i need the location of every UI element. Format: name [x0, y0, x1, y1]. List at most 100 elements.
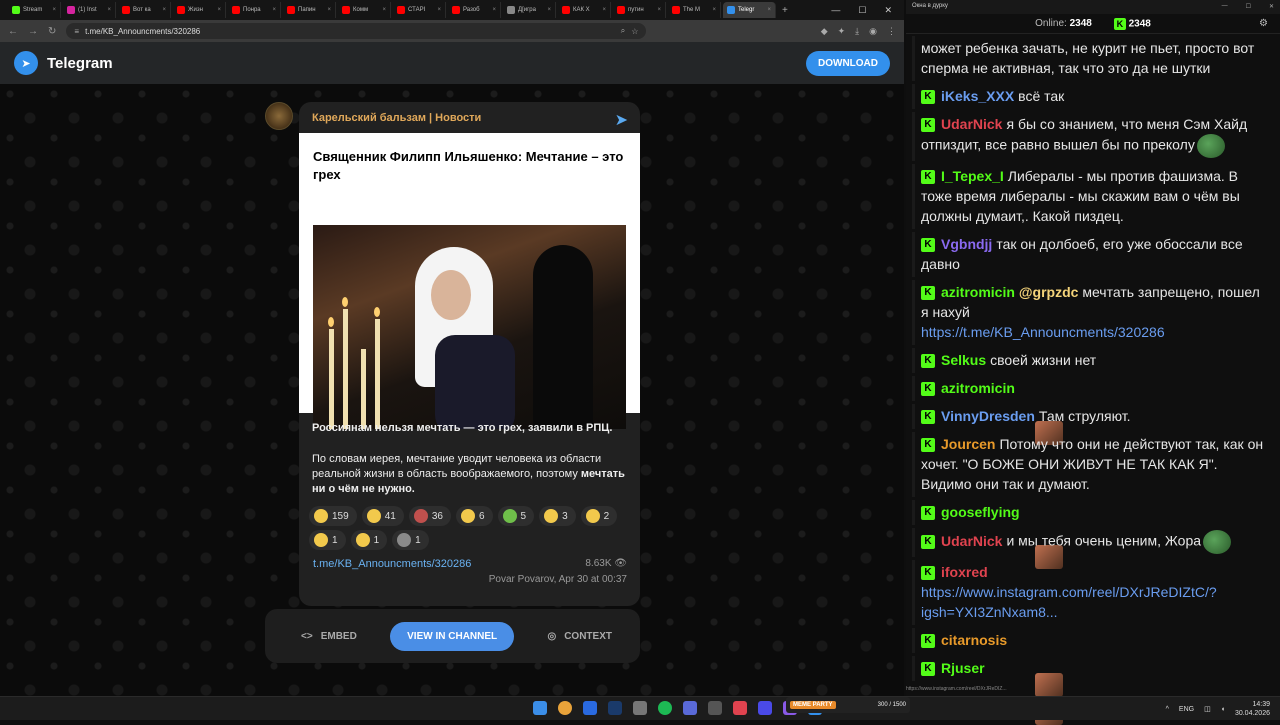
- tab[interactable]: The M ×: [668, 2, 721, 18]
- minimize-icon[interactable]: —: [831, 5, 840, 16]
- lang-indicator[interactable]: ENG: [1179, 706, 1194, 713]
- tab[interactable]: Понра ×: [228, 2, 281, 18]
- tab[interactable]: путин ×: [613, 2, 666, 18]
- post-link[interactable]: t.me/KB_Announcments/320286: [313, 558, 471, 570]
- minimize-icon[interactable]: —: [1222, 3, 1228, 11]
- extensions-puzzle-icon[interactable]: ✦: [838, 26, 846, 37]
- context-button[interactable]: ◎ CONTEXT: [547, 631, 612, 642]
- tab[interactable]: Д[игра ×: [503, 2, 556, 18]
- reaction-pill[interactable]: 41: [361, 506, 404, 526]
- discord-icon[interactable]: [683, 701, 697, 715]
- new-tab-button[interactable]: +: [782, 5, 788, 16]
- back-icon[interactable]: ←: [8, 26, 18, 37]
- close-icon[interactable]: ✕: [884, 5, 892, 16]
- chrome-icon[interactable]: [558, 701, 572, 715]
- reaction-pill[interactable]: 1: [392, 530, 429, 550]
- tab-close-icon[interactable]: ×: [712, 7, 716, 13]
- bookmark-star-icon[interactable]: ☆: [631, 27, 638, 36]
- chat-username[interactable]: ifoxred: [941, 564, 988, 580]
- tab-close-icon[interactable]: ×: [382, 7, 386, 13]
- chat-link[interactable]: https://www.instagram.com/reel/DXrJReDIZ…: [921, 584, 1217, 620]
- article-photo[interactable]: [313, 225, 626, 429]
- maximize-icon[interactable]: ☐: [858, 5, 866, 16]
- profile-icon[interactable]: ◉: [869, 26, 877, 37]
- close-icon[interactable]: ✕: [1269, 3, 1274, 11]
- view-in-channel-button[interactable]: VIEW IN CHANNEL: [390, 621, 515, 651]
- download-icon[interactable]: ⤓: [855, 26, 859, 37]
- chat-username[interactable]: Jourcen: [941, 436, 995, 452]
- tab[interactable]: (1) Inst ×: [63, 2, 116, 18]
- tab[interactable]: Папин ×: [283, 2, 336, 18]
- url-field[interactable]: ≡ t.me/KB_Announcments/320286 ⌕ ☆: [66, 23, 647, 39]
- reaction-pill[interactable]: 6: [455, 506, 493, 526]
- tab-close-icon[interactable]: ×: [602, 7, 606, 13]
- app-icon[interactable]: [733, 701, 747, 715]
- chat-link[interactable]: https://t.me/KB_Announcments/320286: [921, 324, 1165, 340]
- chat-username[interactable]: VinnyDresden: [941, 408, 1035, 424]
- tray-chevron-icon[interactable]: ^: [1166, 706, 1169, 713]
- telegram-taskbar-icon[interactable]: [583, 701, 597, 715]
- maximize-icon[interactable]: ☐: [1246, 3, 1251, 11]
- tab-close-icon[interactable]: ×: [327, 7, 331, 13]
- tab[interactable]: КАК Х ×: [558, 2, 611, 18]
- tab[interactable]: Вот ка ×: [118, 2, 171, 18]
- reaction-pill[interactable]: 2: [580, 506, 618, 526]
- steam-icon[interactable]: [608, 701, 622, 715]
- reaction-pill[interactable]: 3: [539, 506, 576, 526]
- download-button[interactable]: DOWNLOAD: [806, 50, 890, 76]
- start-icon[interactable]: [533, 701, 547, 715]
- tab[interactable]: Telegr ×: [723, 2, 776, 18]
- tab-close-icon[interactable]: ×: [217, 7, 221, 13]
- chat-mention[interactable]: @grpzdc: [1019, 284, 1079, 300]
- chat-username[interactable]: gooseflying: [941, 504, 1020, 520]
- tab[interactable]: Stream ×: [8, 2, 61, 18]
- tab-close-icon[interactable]: ×: [547, 7, 551, 13]
- app-icon[interactable]: [758, 701, 772, 715]
- reload-icon[interactable]: ↻: [48, 26, 56, 37]
- tab[interactable]: СТАРІ ×: [393, 2, 446, 18]
- tab[interactable]: Разоб ×: [448, 2, 501, 18]
- telegram-logo-icon[interactable]: ➤: [14, 51, 38, 75]
- instant-view-preview[interactable]: Священник Филипп Ильяшенко: Мечтание – э…: [299, 133, 640, 429]
- tab[interactable]: Жизн ×: [173, 2, 226, 18]
- site-info-icon[interactable]: ≡: [74, 27, 79, 36]
- app-icon[interactable]: [708, 701, 722, 715]
- chat-username[interactable]: I_Tepex_I: [941, 168, 1004, 184]
- tab-close-icon[interactable]: ×: [767, 7, 771, 13]
- tab-close-icon[interactable]: ×: [657, 7, 661, 13]
- chat-username[interactable]: iKeks_XXX: [941, 88, 1014, 104]
- extension-icon[interactable]: ◆: [821, 26, 828, 37]
- clock[interactable]: 14:39 30.04.2026: [1235, 700, 1270, 718]
- spotify-icon[interactable]: [658, 701, 672, 715]
- chat-username[interactable]: UdarNick: [941, 116, 1002, 132]
- chat-username[interactable]: UdarNick: [941, 533, 1002, 549]
- embed-button[interactable]: <> EMBED: [301, 631, 357, 642]
- reaction-pill[interactable]: 36: [408, 506, 451, 526]
- chat-username[interactable]: Selkus: [941, 352, 986, 368]
- channel-name[interactable]: Карельский бальзам | Новости: [312, 112, 481, 124]
- tab[interactable]: Комм ×: [338, 2, 391, 18]
- network-icon[interactable]: ◫: [1204, 705, 1211, 713]
- settings-icon[interactable]: ⚙: [1259, 18, 1268, 29]
- chat-username[interactable]: Rjuser: [941, 660, 985, 676]
- reaction-pill[interactable]: 1: [309, 530, 346, 550]
- tab-close-icon[interactable]: ×: [107, 7, 111, 13]
- chat-username[interactable]: azitromicin: [941, 284, 1015, 300]
- forward-icon[interactable]: →: [28, 26, 38, 37]
- tab-close-icon[interactable]: ×: [272, 7, 276, 13]
- tab-close-icon[interactable]: ×: [437, 7, 441, 13]
- reaction-pill[interactable]: 1: [350, 530, 388, 550]
- chat-username[interactable]: citarnosis: [941, 632, 1007, 648]
- volume-icon[interactable]: ◖: [1221, 706, 1225, 713]
- channel-avatar[interactable]: [265, 102, 293, 130]
- chat-username[interactable]: Vgbndjj: [941, 236, 992, 252]
- tab-close-icon[interactable]: ×: [492, 7, 496, 13]
- reaction-pill[interactable]: 159: [309, 506, 357, 526]
- tab-close-icon[interactable]: ×: [52, 7, 56, 13]
- reaction-pill[interactable]: 5: [497, 506, 535, 526]
- tab-close-icon[interactable]: ×: [162, 7, 166, 13]
- chat-username[interactable]: azitromicin: [941, 380, 1015, 396]
- zoom-icon[interactable]: ⌕: [621, 26, 625, 36]
- menu-icon[interactable]: ⋮: [887, 26, 896, 37]
- app-icon[interactable]: [633, 701, 647, 715]
